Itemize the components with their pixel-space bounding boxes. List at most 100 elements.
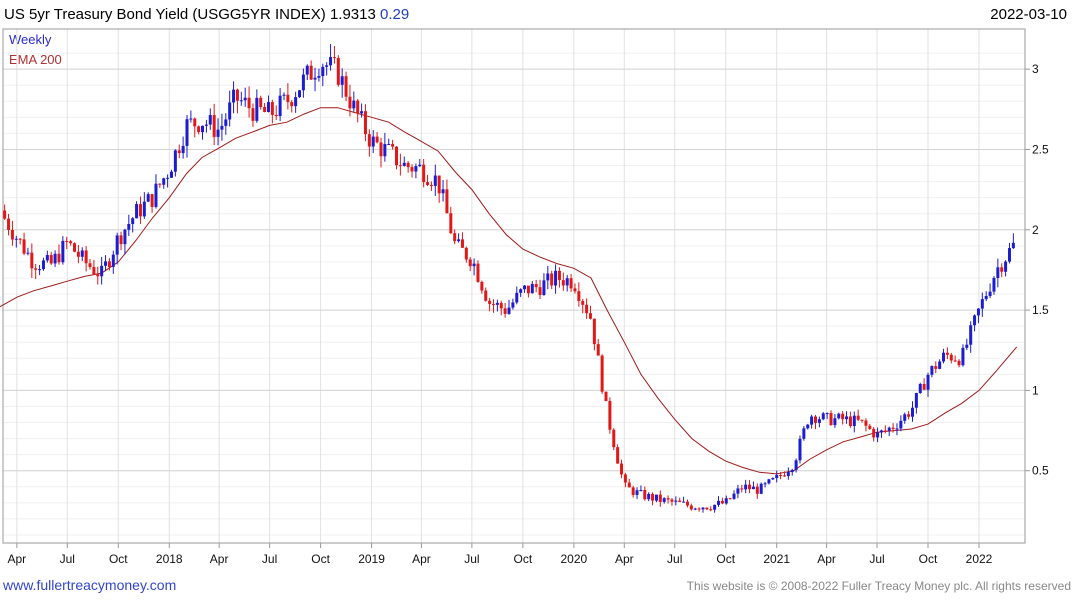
weekly-bar-body — [577, 291, 581, 302]
weekly-bar-body — [732, 493, 736, 499]
weekly-bar-body — [398, 165, 402, 167]
weekly-bar-body — [371, 136, 375, 147]
weekly-bar-body — [391, 143, 395, 147]
weekly-bar-body — [945, 352, 949, 355]
weekly-bar-body — [499, 302, 503, 309]
weekly-bar-body — [841, 413, 845, 420]
weekly-bar-body — [922, 383, 926, 390]
weekly-bar-body — [689, 505, 693, 510]
weekly-bar-body — [814, 416, 818, 423]
weekly-bar-body — [352, 100, 356, 109]
weekly-bar-body — [961, 347, 965, 366]
weekly-bar-body — [321, 66, 325, 77]
weekly-bar-body — [336, 58, 340, 85]
weekly-bar-body — [92, 267, 96, 275]
weekly-bar-body — [651, 493, 655, 501]
weekly-bar-body — [387, 143, 391, 145]
weekly-bar-body — [154, 183, 158, 207]
weekly-bar-body — [185, 119, 189, 146]
weekly-bar-body — [748, 484, 752, 490]
weekly-bar-body — [930, 366, 934, 375]
weekly-bar-body — [453, 233, 457, 242]
weekly-bar-body — [220, 125, 224, 130]
weekly-bar-body — [736, 488, 740, 494]
weekly-bar-body — [181, 145, 185, 154]
x-tick-label: Jul — [60, 552, 75, 566]
weekly-bar-body — [193, 118, 197, 127]
weekly-bar-body — [914, 392, 918, 408]
weekly-bar-body — [383, 144, 387, 157]
weekly-bar-body — [581, 301, 585, 305]
y-tick-label: 3 — [1032, 62, 1039, 76]
weekly-bar-body — [965, 344, 969, 348]
weekly-bar-body — [274, 114, 278, 117]
weekly-bar-body — [61, 240, 65, 263]
weekly-bar-body — [658, 494, 662, 502]
y-tick-label: 2.5 — [1032, 142, 1049, 156]
weekly-bar-body — [949, 354, 953, 361]
plot-frame — [2, 28, 1026, 544]
weekly-bar-body — [759, 483, 763, 494]
weekly-bar-body — [569, 278, 573, 289]
weekly-bar-body — [464, 247, 468, 260]
weekly-bar-body — [585, 304, 589, 314]
weekly-bar-body — [910, 407, 914, 417]
weekly-bar-body — [627, 482, 631, 488]
weekly-bar-body — [643, 490, 647, 500]
weekly-bar-body — [445, 189, 449, 214]
weekly-bar-body — [713, 504, 717, 510]
weekly-bar-body — [538, 287, 542, 296]
x-tick-label: 2022 — [966, 552, 993, 566]
weekly-bar-body — [305, 65, 309, 75]
weekly-bar-body — [76, 251, 80, 257]
weekly-bar-body — [162, 178, 166, 185]
weekly-bar-body — [472, 263, 476, 267]
weekly-bar-body — [131, 218, 135, 224]
weekly-bar-body — [918, 383, 922, 393]
weekly-bar-body — [38, 269, 42, 271]
weekly-bar-body — [786, 472, 790, 477]
weekly-bar-body — [817, 419, 821, 423]
weekly-bar-body — [938, 361, 942, 369]
weekly-bar-body — [674, 500, 678, 502]
weekly-bar-body — [395, 146, 399, 166]
weekly-bar-body — [115, 235, 119, 255]
weekly-bar-body — [573, 288, 577, 292]
weekly-bar-body — [146, 194, 150, 202]
weekly-bar-body — [872, 428, 876, 438]
weekly-bar-body — [270, 102, 274, 115]
weekly-bar-body — [620, 463, 624, 475]
price-chart: 0.5 1 1.5 2 2.5 3 Apr Jul Oct 2018 Apr Jul Oct 2019 Ap… — [0, 28, 1049, 566]
weekly-bar-body — [123, 229, 127, 245]
weekly-bar-body — [309, 65, 313, 80]
weekly-bar-body — [255, 97, 259, 121]
weekly-bar-body — [534, 284, 538, 288]
x-tick-label: 2020 — [561, 552, 588, 566]
weekly-bar-body — [550, 273, 554, 286]
x-tick-label: Oct — [716, 552, 735, 566]
weekly-bar-body — [740, 488, 744, 490]
weekly-bar-body — [755, 486, 759, 494]
y-tick-label: 1.5 — [1032, 303, 1049, 317]
weekly-bar-body — [340, 76, 344, 85]
weekly-bar-body — [14, 238, 18, 240]
weekly-bar-body — [899, 420, 903, 429]
weekly-bar-body — [177, 150, 181, 154]
x-tick-label: Apr — [210, 552, 229, 566]
weekly-bar-body — [511, 302, 515, 308]
weekly-bar-body — [596, 344, 600, 356]
weekly-bar-body — [608, 400, 612, 430]
x-tick-label: Oct — [919, 552, 938, 566]
weekly-bar-body — [344, 76, 348, 97]
weekly-bar-body — [953, 360, 957, 362]
weekly-bar-body — [142, 201, 146, 217]
weekly-bar-body — [860, 419, 864, 421]
ema-200-line — [0, 107, 1018, 475]
x-tick-label: Apr — [615, 552, 634, 566]
weekly-bar-body — [294, 97, 298, 107]
weekly-bar-body — [437, 175, 441, 194]
weekly-bar-body — [798, 438, 802, 461]
weekly-bar-body — [208, 115, 212, 125]
weekly-bar-body — [856, 415, 860, 420]
weekly-bar-body — [980, 299, 984, 309]
